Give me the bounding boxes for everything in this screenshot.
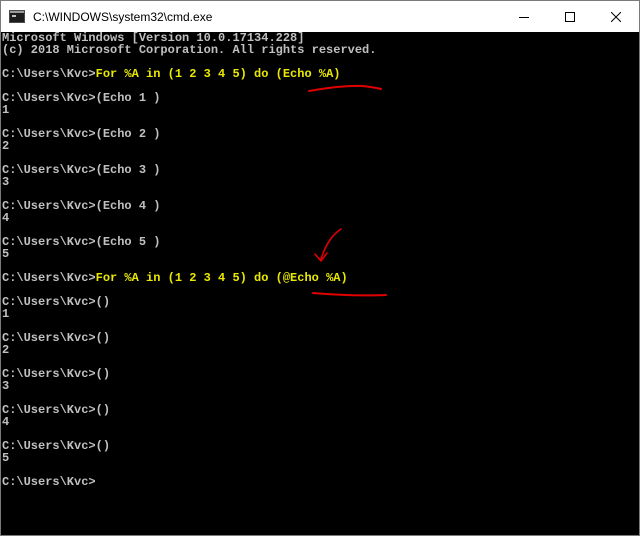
console-output[interactable]: Microsoft Windows [Version 10.0.17134.22… bbox=[1, 32, 621, 535]
console-line-text: 4 bbox=[2, 415, 10, 429]
maximize-button[interactable] bbox=[547, 1, 593, 32]
console-line: C:\Users\Kvc>(Echo 3 ) bbox=[2, 164, 621, 176]
title-bar[interactable]: C:\WINDOWS\system32\cmd.exe bbox=[1, 1, 639, 32]
console-line-text: 2 bbox=[2, 343, 10, 357]
console-line-text: 2 bbox=[2, 139, 10, 153]
console-line: C:\Users\Kvc> bbox=[2, 476, 621, 488]
console-line: C:\Users\Kvc>For %A in (1 2 3 4 5) do (@… bbox=[2, 272, 621, 284]
close-button[interactable] bbox=[593, 1, 639, 32]
console-line: 2 bbox=[2, 140, 621, 152]
console-line-text: C:\Users\Kvc>() bbox=[2, 295, 111, 309]
console-line-text: (c) 2018 Microsoft Corporation. All righ… bbox=[2, 43, 377, 57]
console-line-text: 5 bbox=[2, 247, 10, 261]
console-line-text: 3 bbox=[2, 175, 10, 189]
console-line-text: 3 bbox=[2, 379, 10, 393]
console-line-text: 1 bbox=[2, 307, 10, 321]
console-line: C:\Users\Kvc>() bbox=[2, 440, 621, 452]
maximize-icon bbox=[565, 11, 575, 22]
minimize-icon bbox=[519, 16, 529, 18]
console-line-text: C:\Users\Kvc> bbox=[2, 475, 96, 489]
console-line-text: 5 bbox=[2, 451, 10, 465]
console-line-text: C:\Users\Kvc> bbox=[2, 271, 96, 285]
console-line: C:\Users\Kvc>(Echo 1 ) bbox=[2, 92, 621, 104]
console-line-text: C:\Users\Kvc>() bbox=[2, 439, 111, 453]
console-line: 3 bbox=[2, 380, 621, 392]
console-line: C:\Users\Kvc>(Echo 2 ) bbox=[2, 128, 621, 140]
vertical-scrollbar[interactable] bbox=[621, 32, 639, 535]
console-line: C:\Users\Kvc>() bbox=[2, 368, 621, 380]
console-line: 5 bbox=[2, 248, 621, 260]
console-line-text: C:\Users\Kvc>() bbox=[2, 331, 111, 345]
console-line: 4 bbox=[2, 416, 621, 428]
console-line-text: 4 bbox=[2, 211, 10, 225]
console-line-text: C:\Users\Kvc> bbox=[2, 67, 96, 81]
minimize-button[interactable] bbox=[501, 1, 547, 32]
close-icon bbox=[611, 11, 621, 22]
console-line: 5 bbox=[2, 452, 621, 464]
window-title: C:\WINDOWS\system32\cmd.exe bbox=[33, 9, 213, 24]
console-line: C:\Users\Kvc>() bbox=[2, 404, 621, 416]
console-line-text: C:\Users\Kvc>(Echo 5 ) bbox=[2, 235, 161, 249]
console-line-text: C:\Users\Kvc>(Echo 3 ) bbox=[2, 163, 161, 177]
console-line: 2 bbox=[2, 344, 621, 356]
console-line: 3 bbox=[2, 176, 621, 188]
cmd-window: C:\WINDOWS\system32\cmd.exe Microsoft Wi… bbox=[0, 0, 640, 536]
console-line: 1 bbox=[2, 308, 621, 320]
console-line: 4 bbox=[2, 212, 621, 224]
console-app-icon[interactable] bbox=[9, 10, 25, 23]
console-line-text: 1 bbox=[2, 103, 10, 117]
console-line-text: C:\Users\Kvc>(Echo 2 ) bbox=[2, 127, 161, 141]
console-line-text: C:\Users\Kvc>(Echo 4 ) bbox=[2, 199, 161, 213]
console-line-text: C:\Users\Kvc>(Echo 1 ) bbox=[2, 91, 161, 105]
console-command-text: For %A in (1 2 3 4 5) do (@Echo %A) bbox=[95, 271, 348, 285]
console-line: C:\Users\Kvc>(Echo 5 ) bbox=[2, 236, 621, 248]
console-line: C:\Users\Kvc>() bbox=[2, 296, 621, 308]
console-command-text: For %A in (1 2 3 4 5) do (Echo %A) bbox=[95, 67, 341, 81]
console-line: C:\Users\Kvc>For %A in (1 2 3 4 5) do (E… bbox=[2, 68, 621, 80]
console-line: 1 bbox=[2, 104, 621, 116]
console-line: C:\Users\Kvc>(Echo 4 ) bbox=[2, 200, 621, 212]
console-line-text: C:\Users\Kvc>() bbox=[2, 367, 111, 381]
console-line: C:\Users\Kvc>() bbox=[2, 332, 621, 344]
console-line: (c) 2018 Microsoft Corporation. All righ… bbox=[2, 44, 621, 56]
console-line-text: C:\Users\Kvc>() bbox=[2, 403, 111, 417]
